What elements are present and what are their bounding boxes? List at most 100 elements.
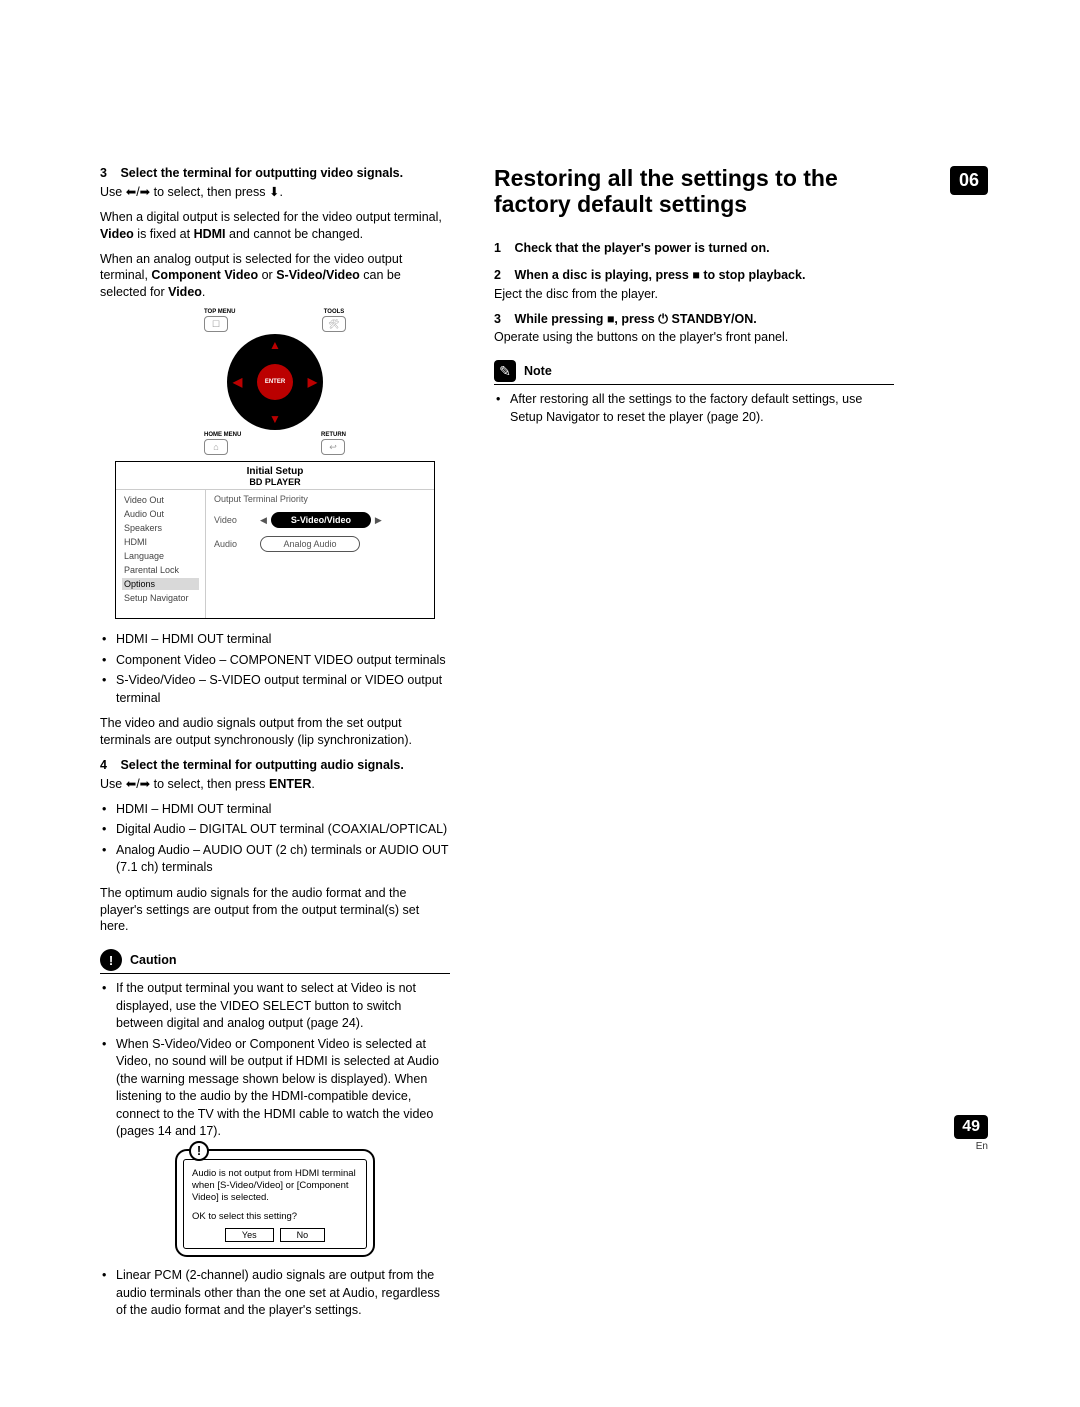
text-bold: VIDEO SELECT bbox=[220, 999, 311, 1013]
warning-exclamation-icon: ! bbox=[189, 1141, 209, 1161]
text-bold: OPTICAL bbox=[390, 822, 444, 836]
right-step-3-body: Operate using the buttons on the player'… bbox=[494, 329, 894, 346]
osd-item-hdmi: HDMI bbox=[122, 536, 199, 548]
osd-item-audio-out: Audio Out bbox=[122, 508, 199, 520]
osd-video-pill-row: ◀ S-Video/Video ▶ bbox=[260, 512, 382, 528]
list-item: When S-Video/Video or Component Video is… bbox=[116, 1036, 450, 1141]
text-bold: ENTER bbox=[269, 777, 311, 791]
osd-item-parental-lock: Parental Lock bbox=[122, 564, 199, 576]
text-bold: S-Video/Video bbox=[116, 673, 195, 687]
text-bold: COMPONENT VIDEO bbox=[230, 653, 353, 667]
note-label: Note bbox=[524, 364, 552, 378]
text: – bbox=[148, 802, 162, 816]
step-3-title: Select the terminal for outputting video… bbox=[120, 166, 403, 180]
text-bold: Video bbox=[100, 227, 134, 241]
page-content: 3 Select the terminal for outputting vid… bbox=[0, 0, 1080, 1368]
list-item: If the output terminal you want to selec… bbox=[116, 980, 450, 1033]
remote-diagram: TOP MENU ☐ TOOLS 🛠 ▲ ▼ ◀ ▶ ENTER bbox=[100, 309, 450, 455]
list-item: Component Video – COMPONENT VIDEO output… bbox=[116, 652, 450, 670]
right-step-3-title: While pressing ■, press ⏻ STANDBY/ON. bbox=[514, 312, 756, 326]
text: If the output terminal you want to selec… bbox=[116, 981, 351, 995]
osd-video-value: S-Video/Video bbox=[271, 512, 371, 528]
text: – bbox=[148, 632, 162, 646]
text-bold: S-Video/Video bbox=[276, 268, 360, 282]
text-bold: Digital Audio bbox=[116, 822, 186, 836]
right-triangle-icon: ▶ bbox=[375, 515, 382, 526]
caution-list: If the output terminal you want to selec… bbox=[100, 980, 450, 1141]
return-icon: ↩ bbox=[329, 442, 337, 453]
text: or bbox=[232, 1037, 250, 1051]
step-4-instruction: Use ⬅/➡ to select, then press ENTER. bbox=[100, 776, 450, 793]
list-item: After restoring all the settings to the … bbox=[510, 391, 894, 426]
video-terminal-list: HDMI – HDMI OUT terminal Component Video… bbox=[100, 631, 450, 707]
page-lang: En bbox=[954, 1141, 988, 1152]
text: to select, then press bbox=[154, 777, 269, 791]
remote-bottom-row: HOME MENU ⌂ RETURN ↩ bbox=[200, 432, 350, 455]
note-pencil-icon: ✎ bbox=[494, 360, 516, 382]
osd-item-setup-navigator: Setup Navigator bbox=[122, 592, 199, 604]
note-header: ✎ Note bbox=[494, 360, 894, 385]
right-step-1-title: Check that the player's power is turned … bbox=[514, 241, 769, 255]
wrench-icon: 🛠 bbox=[328, 319, 339, 330]
text-bold: Video bbox=[168, 285, 202, 299]
text: . bbox=[311, 777, 314, 791]
text-bold: HDMI OUT bbox=[162, 632, 224, 646]
down-arrow-icon: ⬇ bbox=[269, 185, 279, 199]
text: is selected at bbox=[350, 1037, 426, 1051]
step-3-number: 3 bbox=[100, 166, 107, 180]
top-menu-button: ☐ bbox=[204, 316, 228, 332]
osd-audio-row: Audio Analog Audio bbox=[214, 536, 426, 552]
text: , no sound will be output if bbox=[148, 1054, 296, 1068]
step-4-heading: 4 Select the terminal for outputting aud… bbox=[100, 757, 450, 774]
osd-item-video-out: Video Out bbox=[122, 494, 199, 506]
caution-header: ! Caution bbox=[100, 949, 450, 974]
warning-no-button: No bbox=[280, 1228, 326, 1242]
text: While pressing bbox=[514, 312, 606, 326]
list-item: Linear PCM (2-channel) audio signals are… bbox=[116, 1267, 450, 1320]
tools-button: 🛠 bbox=[322, 316, 346, 332]
right-step-2-body: Eject the disc from the player. bbox=[494, 286, 894, 303]
page-number-box: 49 En bbox=[954, 1115, 988, 1152]
list-item: Digital Audio – DIGITAL OUT terminal (CO… bbox=[116, 821, 450, 839]
text-bold: AUDIO OUT (2 ch) bbox=[203, 843, 308, 857]
text: – bbox=[216, 653, 230, 667]
warning-buttons: Yes No bbox=[192, 1228, 358, 1242]
osd-menu-box: Initial Setup BD PLAYER Video Out Audio … bbox=[115, 461, 435, 619]
text: terminal ( bbox=[276, 822, 332, 836]
caution-label: Caution bbox=[130, 953, 177, 967]
text-bold: HDMI bbox=[116, 802, 148, 816]
nav-down-icon: ▼ bbox=[269, 412, 281, 426]
text: or bbox=[258, 268, 276, 282]
osd-video-row: Video ◀ S-Video/Video ▶ bbox=[214, 512, 426, 528]
text: When a disc is playing, press bbox=[514, 268, 692, 282]
text: Use bbox=[100, 185, 126, 199]
warning-text: Audio is not output from HDMI terminal w… bbox=[192, 1168, 358, 1204]
text-bold: Analog Audio bbox=[116, 843, 190, 857]
text: terminals or bbox=[308, 843, 380, 857]
list-item: HDMI – HDMI OUT terminal bbox=[116, 631, 450, 649]
left-triangle-icon: ◀ bbox=[260, 515, 267, 526]
step-3-heading: 3 Select the terminal for outputting vid… bbox=[100, 165, 450, 182]
text: and cannot be changed. bbox=[226, 227, 364, 241]
text: . bbox=[279, 185, 282, 199]
text-bold: Component Video bbox=[116, 653, 216, 667]
text: Use bbox=[100, 777, 126, 791]
para-analog-output: When an analog output is selected for th… bbox=[100, 251, 450, 302]
text: is selected at bbox=[328, 1054, 407, 1068]
osd-right-title: Output Terminal Priority bbox=[214, 494, 426, 504]
list-item: HDMI – HDMI OUT terminal bbox=[116, 801, 450, 819]
text-bold: HDMI bbox=[116, 632, 148, 646]
osd-item-language: Language bbox=[122, 550, 199, 562]
pcm-list: Linear PCM (2-channel) audio signals are… bbox=[100, 1267, 450, 1320]
nav-ring: ▲ ▼ ◀ ▶ ENTER bbox=[227, 334, 323, 430]
right-arrow-icon: ➡ bbox=[140, 777, 150, 791]
left-arrow-icon: ⬅ bbox=[126, 777, 136, 791]
osd-audio-value: Analog Audio bbox=[260, 536, 360, 552]
text-bold: COAXIAL bbox=[332, 822, 386, 836]
text-bold: HDMI bbox=[194, 227, 226, 241]
text: terminal bbox=[223, 802, 271, 816]
list-item: S-Video/Video – S-VIDEO output terminal … bbox=[116, 672, 450, 707]
text: – bbox=[190, 843, 203, 857]
stop-icon: ■ bbox=[692, 268, 700, 282]
home-menu-label: HOME MENU bbox=[204, 432, 241, 438]
